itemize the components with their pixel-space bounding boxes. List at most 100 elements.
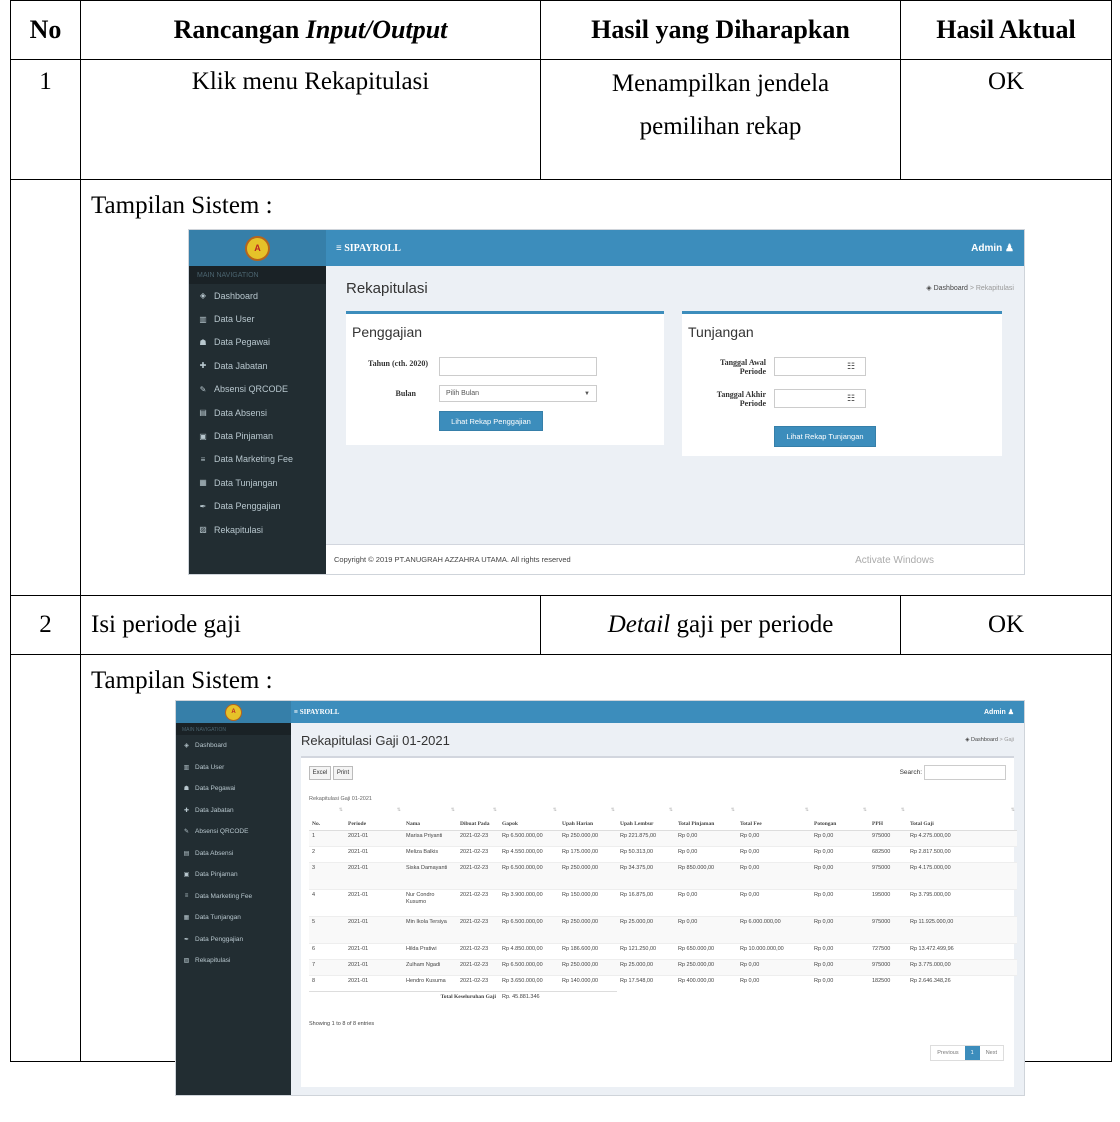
sort-icon: ⇅	[492, 808, 497, 813]
sidebar-item-data-penggajian[interactable]: ✒ Data Penggajian	[189, 495, 326, 518]
sidebar-item-rekapitulasi[interactable]: ▨ Rekapitulasi	[176, 950, 291, 972]
sidebar-item-data-tunjangan[interactable]: ▦ Data Tunjangan	[189, 471, 326, 494]
sidebar-item-label: Data Marketing Fee	[214, 454, 294, 465]
sidebar-item-label: Data Penggajian	[214, 501, 281, 512]
column-header[interactable]: Potongan ⇅	[811, 805, 869, 831]
table-cell: Rp 121.250,00	[617, 942, 675, 959]
sidebar-item-data-pinjaman[interactable]: ▣ Data Pinjaman	[189, 424, 326, 447]
pagination-next[interactable]: Next	[980, 1046, 1003, 1060]
column-header[interactable]: Total Gaji ⇅	[907, 805, 1017, 831]
admin-menu[interactable]: Admin ♟	[971, 230, 1014, 266]
brand-title[interactable]: ≡ SIPAYROLL	[294, 701, 339, 723]
sidebar-item-data-pegawai[interactable]: ☗ Data Pegawai	[176, 778, 291, 800]
start-date-input[interactable]: ☷	[774, 357, 866, 376]
table-cell: Rp 6.000.000,00	[737, 915, 811, 943]
print-button[interactable]: Print	[333, 766, 353, 780]
sidebar-item-data-user[interactable]: ▥ Data User	[189, 307, 326, 330]
sort-icon: ⇅	[396, 808, 401, 813]
sidebar-item-absensi-qrcode[interactable]: ✎ Absensi QRCODE	[189, 378, 326, 401]
row1-actual: OK	[900, 59, 1112, 180]
table-cell: Rp 0,00	[811, 888, 869, 916]
row2-io: Isi periode gaji	[80, 595, 541, 655]
sidebar-item-data-penggajian[interactable]: ✒ Data Penggajian	[176, 929, 291, 951]
table-cell: 2021-01	[345, 915, 403, 943]
table-cell: 682500	[869, 845, 907, 862]
sidebar-item-data-marketing-fee[interactable]: ≡ Data Marketing Fee	[189, 448, 326, 471]
sidebar-item-absensi-qrcode[interactable]: ✎ Absensi QRCODE	[176, 821, 291, 843]
view-allowance-recap-button[interactable]: Lihat Rekap Tunjangan	[774, 426, 876, 447]
table-cell: 975000	[869, 829, 907, 846]
breadcrumb-home[interactable]: Dashboard	[934, 285, 968, 292]
search-input[interactable]	[924, 765, 1006, 780]
sidebar-item-data-absensi[interactable]: ▤ Data Absensi	[189, 401, 326, 424]
sort-icon: ⇅	[862, 808, 867, 813]
sidebar-item-label: Absensi QRCODE	[214, 384, 289, 395]
column-header[interactable]: Nama ⇅	[403, 805, 457, 831]
column-header[interactable]: Gapok ⇅	[499, 805, 559, 831]
column-header[interactable]: Dibuat Pada ⇅	[457, 805, 499, 831]
breadcrumb-separator: >	[999, 737, 1003, 743]
table-row: 7 2021-01 Zulham Ngadi 2021-02-23 Rp 6.500.0…	[309, 958, 1017, 975]
sort-icon: ⇅	[804, 808, 809, 813]
breadcrumb-separator: >	[969, 285, 974, 292]
table-cell: 6	[309, 942, 345, 959]
pagination-previous[interactable]: Previous	[931, 1046, 964, 1060]
brand-title[interactable]: ≡ SIPAYROLL	[336, 230, 401, 266]
table-cell: Rp 17.548,00	[617, 974, 675, 991]
column-header[interactable]: Upah Harian ⇅	[559, 805, 617, 831]
table-cell: 2021-01	[345, 958, 403, 975]
year-label: Tahun (cth. 2020)	[368, 359, 428, 368]
column-header[interactable]: PPH ⇅	[869, 805, 907, 831]
table-cell: Rp 0,00	[811, 845, 869, 862]
sidebar-item-rekapitulasi[interactable]: ▨ Rekapitulasi	[189, 518, 326, 541]
sidebar-item-data-pinjaman[interactable]: ▣ Data Pinjaman	[176, 864, 291, 886]
column-header-label: Total Fee	[740, 821, 762, 827]
column-header[interactable]: Upah Lembur ⇅	[617, 805, 675, 831]
header-actual: Hasil Aktual	[900, 0, 1112, 60]
calendar-icon[interactable]: ☷	[837, 390, 865, 407]
sidebar-item-dashboard[interactable]: ◈ Dashboard	[189, 284, 326, 307]
table-cell: Rp 6.500.000,00	[499, 915, 559, 943]
sidebar-item-data-absensi[interactable]: ▤ Data Absensi	[176, 843, 291, 865]
table-row: 8 2021-01 Hendro Kusuma 2021-02-23 Rp 3.650.…	[309, 974, 1017, 991]
search-label: Search:	[899, 769, 922, 776]
table-cell: Rp 11.925.000,00	[907, 915, 1017, 943]
view-payroll-recap-button[interactable]: Lihat Rekap Penggajian	[439, 411, 543, 431]
column-header[interactable]: No. ⇅	[309, 805, 345, 831]
month-select[interactable]: Pilih Bulan ▼	[439, 385, 597, 402]
row2-caption: Tampilan Sistem :	[91, 667, 273, 694]
sort-icon: ⇅	[730, 808, 735, 813]
sidebar-item-data-jabatan[interactable]: ✚ Data Jabatan	[189, 354, 326, 377]
sidebar-item-data-jabatan[interactable]: ✚ Data Jabatan	[176, 800, 291, 822]
list-icon: ≡	[184, 893, 189, 900]
home-icon: ◈	[926, 285, 932, 292]
table-cell: 2021-02-23	[457, 974, 499, 991]
column-header[interactable]: Periode ⇅	[345, 805, 403, 831]
sidebar-item-data-tunjangan[interactable]: ▦ Data Tunjangan	[176, 907, 291, 929]
end-date-input[interactable]: ☷	[774, 389, 866, 408]
page-title: Rekapitulasi	[346, 280, 428, 297]
table-row: 4 2021-01 Nur Condro Kusumo 2021-02-23 Rp 3.…	[309, 888, 1017, 916]
header-io-prefix: Rancangan	[173, 15, 306, 44]
column-header[interactable]: Total Pinjaman ⇅	[675, 805, 737, 831]
app-logo[interactable]: A	[189, 230, 326, 266]
sidebar-item-data-user[interactable]: ▥ Data User	[176, 757, 291, 779]
column-header-label: PPH	[872, 821, 883, 827]
table-cell: 2021-01	[345, 942, 403, 959]
admin-menu[interactable]: Admin ♟	[984, 701, 1014, 723]
table-cell: 4	[309, 888, 345, 916]
column-header-label: Dibuat Pada	[460, 821, 490, 827]
pagination-page-1[interactable]: 1	[964, 1046, 980, 1060]
app-logo[interactable]: A	[176, 701, 291, 723]
table-cell: 1	[309, 829, 345, 846]
column-header[interactable]: Total Fee ⇅	[737, 805, 811, 831]
sidebar-item-data-pegawai[interactable]: ☗ Data Pegawai	[189, 331, 326, 354]
year-input[interactable]	[439, 357, 597, 376]
excel-button[interactable]: Excel	[309, 766, 331, 780]
sidebar-item-dashboard[interactable]: ◈ Dashboard	[176, 735, 291, 757]
table-cell: Rp 250.000,00	[559, 829, 617, 846]
calendar-icon[interactable]: ☷	[837, 358, 865, 375]
nav-header: MAIN NAVIGATION	[176, 723, 291, 735]
breadcrumb-home[interactable]: Dashboard	[971, 737, 998, 743]
sidebar-item-data-marketing-fee[interactable]: ≡ Data Marketing Fee	[176, 886, 291, 908]
